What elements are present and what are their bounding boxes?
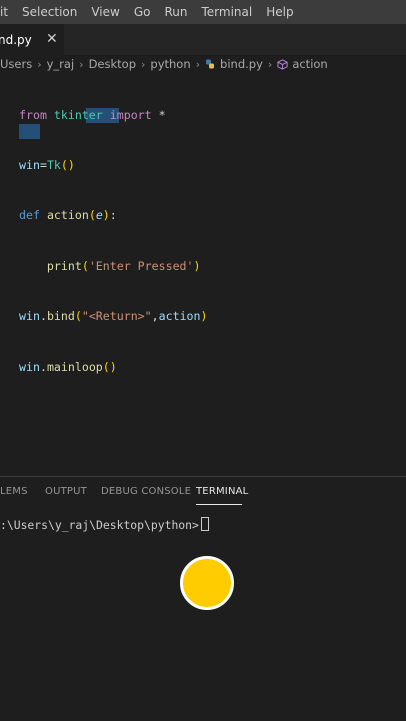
chevron-right-icon: › [267,57,273,71]
menu-edit[interactable]: it [0,0,15,24]
code-line: win=Tk() [19,157,75,172]
tab-terminal[interactable]: TERMINAL [196,486,248,497]
active-tab-indicator [196,504,242,505]
breadcrumb-file[interactable]: bind.py [220,57,263,71]
breadcrumb-symbol[interactable]: action [292,57,327,71]
terminal-output[interactable]: :\Users\y_raj\Desktop\python> [0,517,209,532]
menu-run[interactable]: Run [157,0,194,24]
chevron-right-icon: › [141,57,146,71]
breadcrumb-python[interactable]: python [150,57,190,71]
tab-debug-console[interactable]: DEBUG CONSOLE [101,486,191,497]
terminal-cursor [200,517,209,531]
tab-problems[interactable]: LEMS [0,486,28,497]
panel-tabs: LEMS OUTPUT DEBUG CONSOLE TERMINAL [0,477,406,507]
breadcrumb-desktop[interactable]: Desktop [89,57,136,71]
code-line: win.bind("<Return>",action) [19,309,208,324]
tab-label: nd.py [0,32,32,47]
code-line: win.mainloop() [19,359,117,374]
symbol-method-icon [277,58,288,70]
tab-bind-py[interactable]: nd.py ✕ [0,24,64,55]
python-file-icon [206,59,215,69]
breadcrumb-users[interactable]: Users [0,57,32,71]
menu-terminal[interactable]: Terminal [195,0,260,24]
breadcrumb: Users › y_raj › Desktop › python › bind.… [0,55,406,73]
code-line: from tkinter import * [19,107,166,122]
tab-output[interactable]: OUTPUT [45,486,87,497]
menu-bar: it Selection View Go Run Terminal Help [0,0,406,24]
menu-view[interactable]: View [84,0,126,24]
code-line: print('Enter Pressed') [46,258,201,273]
editor-tab-strip: nd.py ✕ [0,24,406,55]
menu-go[interactable]: Go [127,0,158,24]
close-icon[interactable]: ✕ [46,32,58,46]
terminal-prompt: :\Users\y_raj\Desktop\python> [0,518,199,532]
code-content: from tkinter import * win=Tk() def actio… [19,73,208,409]
chevron-right-icon: › [79,57,84,71]
chevron-right-icon: › [195,57,201,71]
breadcrumb-y-raj[interactable]: y_raj [47,57,75,71]
click-indicator [180,556,234,610]
menu-selection[interactable]: Selection [15,0,84,24]
code-line: def action(e): [19,208,117,223]
code-editor[interactable]: from tkinter import * win=Tk() def actio… [0,73,406,476]
menu-help[interactable]: Help [259,0,300,24]
chevron-right-icon: › [37,57,42,71]
